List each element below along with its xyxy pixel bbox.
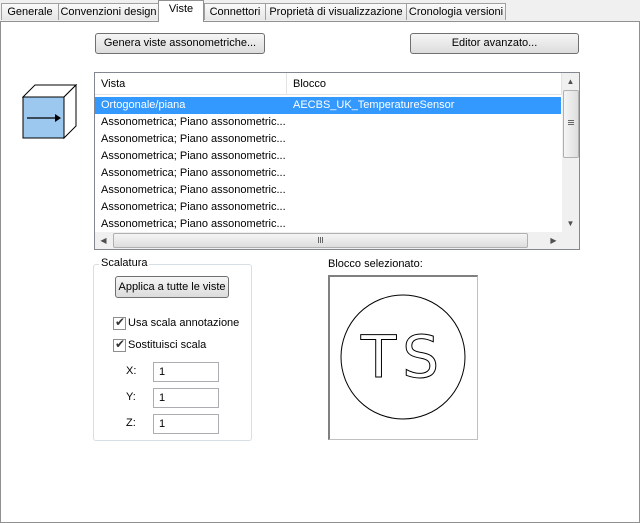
- use-annotation-scale-label: Usa scala annotazione: [128, 317, 240, 329]
- row-vista: Assonometrica; Piano assonometric...: [101, 167, 286, 179]
- scroll-right-icon[interactable]: ▶: [545, 232, 562, 249]
- apply-all-views-button[interactable]: Applica a tutte le viste: [115, 276, 229, 298]
- z-label: Z:: [126, 417, 136, 429]
- row-vista: Assonometrica; Piano assonometric...: [101, 184, 286, 196]
- scrollbar-corner: [562, 232, 579, 249]
- symbol-text: TS: [360, 323, 445, 391]
- scroll-left-icon[interactable]: ◀: [95, 232, 112, 249]
- x-label: X:: [126, 365, 137, 377]
- tab-connettori[interactable]: Connettori: [204, 3, 266, 20]
- list-item[interactable]: Assonometrica; Piano assonometric...: [95, 165, 561, 182]
- list-item[interactable]: Assonometrica; Piano assonometric...: [95, 199, 561, 216]
- z-scale-input[interactable]: 1: [153, 414, 219, 434]
- y-scale-input[interactable]: 1: [153, 388, 219, 408]
- vertical-scrollbar[interactable]: ▲ ▼: [562, 73, 579, 232]
- vertical-scroll-thumb[interactable]: [563, 90, 579, 158]
- row-blocco: AECBS_UK_TemperatureSensor: [293, 99, 455, 111]
- advanced-editor-button[interactable]: Editor avanzato...: [410, 33, 579, 54]
- tab-cronologia-versioni[interactable]: Cronologia versioni: [406, 3, 506, 20]
- generate-views-button[interactable]: Genera viste assonometriche...: [95, 33, 265, 54]
- views-list[interactable]: Vista Blocco Ortogonale/piana AECBS_UK_T…: [94, 72, 580, 250]
- list-item[interactable]: Assonometrica; Piano assonometric...: [95, 216, 561, 233]
- block-preview: TS: [328, 275, 478, 440]
- view-cube-icon: [22, 84, 78, 140]
- row-vista: Assonometrica; Piano assonometric...: [101, 150, 286, 162]
- scroll-up-icon[interactable]: ▲: [562, 73, 579, 90]
- temperature-sensor-symbol-icon: TS: [340, 294, 466, 420]
- list-item[interactable]: Assonometrica; Piano assonometric...: [95, 131, 561, 148]
- x-scale-input[interactable]: 1: [153, 362, 219, 382]
- horizontal-scroll-thumb[interactable]: [113, 233, 528, 248]
- y-label: Y:: [126, 391, 136, 403]
- tab-convenzioni-design[interactable]: Convenzioni design: [58, 3, 159, 20]
- column-header-vista[interactable]: Vista: [95, 73, 287, 95]
- list-item[interactable]: Assonometrica; Piano assonometric...: [95, 114, 561, 131]
- row-vista: Assonometrica; Piano assonometric...: [101, 133, 286, 145]
- scroll-down-icon[interactable]: ▼: [562, 215, 579, 232]
- tab-proprieta-visualizzazione[interactable]: Proprietà di visualizzazione: [265, 3, 407, 20]
- scaling-group-title: Scalatura: [99, 257, 150, 269]
- override-scale-checkbox[interactable]: ✔: [113, 337, 126, 352]
- row-vista: Assonometrica; Piano assonometric...: [101, 218, 286, 230]
- use-annotation-scale-checkbox[interactable]: ✔: [113, 315, 126, 330]
- tab-generale[interactable]: Generale: [1, 3, 59, 20]
- column-header-blocco[interactable]: Blocco: [287, 73, 562, 95]
- tab-viste[interactable]: Viste: [158, 0, 204, 22]
- list-item[interactable]: Ortogonale/piana AECBS_UK_TemperatureSen…: [95, 97, 561, 114]
- selected-block-label: Blocco selezionato:: [328, 258, 423, 270]
- row-vista: Assonometrica; Piano assonometric...: [101, 201, 286, 213]
- horizontal-scrollbar[interactable]: ◀ ▶: [95, 232, 562, 249]
- list-item[interactable]: Assonometrica; Piano assonometric...: [95, 182, 561, 199]
- row-vista: Assonometrica; Piano assonometric...: [101, 116, 286, 128]
- override-scale-label: Sostituisci scala: [128, 339, 207, 351]
- row-vista: Ortogonale/piana: [101, 99, 186, 111]
- list-item[interactable]: Assonometrica; Piano assonometric...: [95, 148, 561, 165]
- tab-bar: Generale Convenzioni design Viste Connet…: [0, 0, 640, 22]
